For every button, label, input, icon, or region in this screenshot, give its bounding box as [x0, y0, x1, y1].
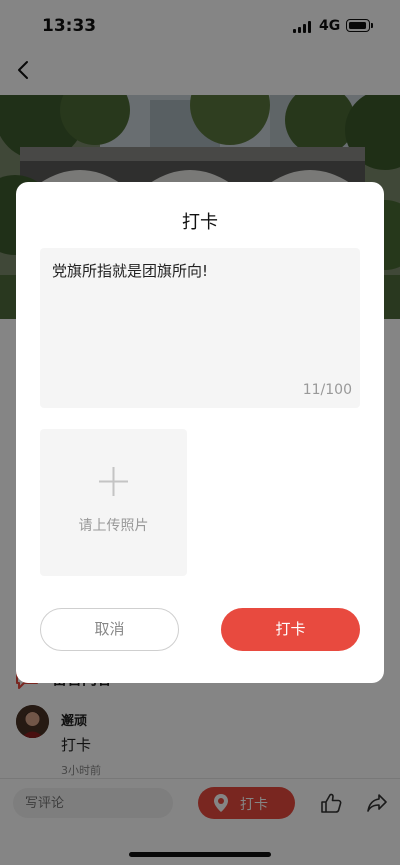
checkin-text-field[interactable]: 党旗所指就是团旗所向! 11/100: [40, 248, 360, 408]
cancel-button[interactable]: 取消: [40, 608, 179, 651]
plus-icon: [99, 467, 128, 496]
confirm-button-label: 打卡: [275, 620, 306, 638]
photo-upload-button[interactable]: 请上传照片: [40, 429, 187, 576]
checkin-text-value: 党旗所指就是团旗所向!: [52, 262, 209, 280]
upload-label: 请上传照片: [78, 518, 149, 534]
char-counter: 11/100: [302, 382, 352, 398]
confirm-checkin-button[interactable]: 打卡: [221, 608, 360, 651]
cancel-button-label: 取消: [94, 620, 125, 638]
dialog-title: 打卡: [182, 212, 218, 233]
checkin-dialog: 打卡 党旗所指就是团旗所向! 11/100 请上传照片 取消 打卡: [16, 182, 384, 683]
